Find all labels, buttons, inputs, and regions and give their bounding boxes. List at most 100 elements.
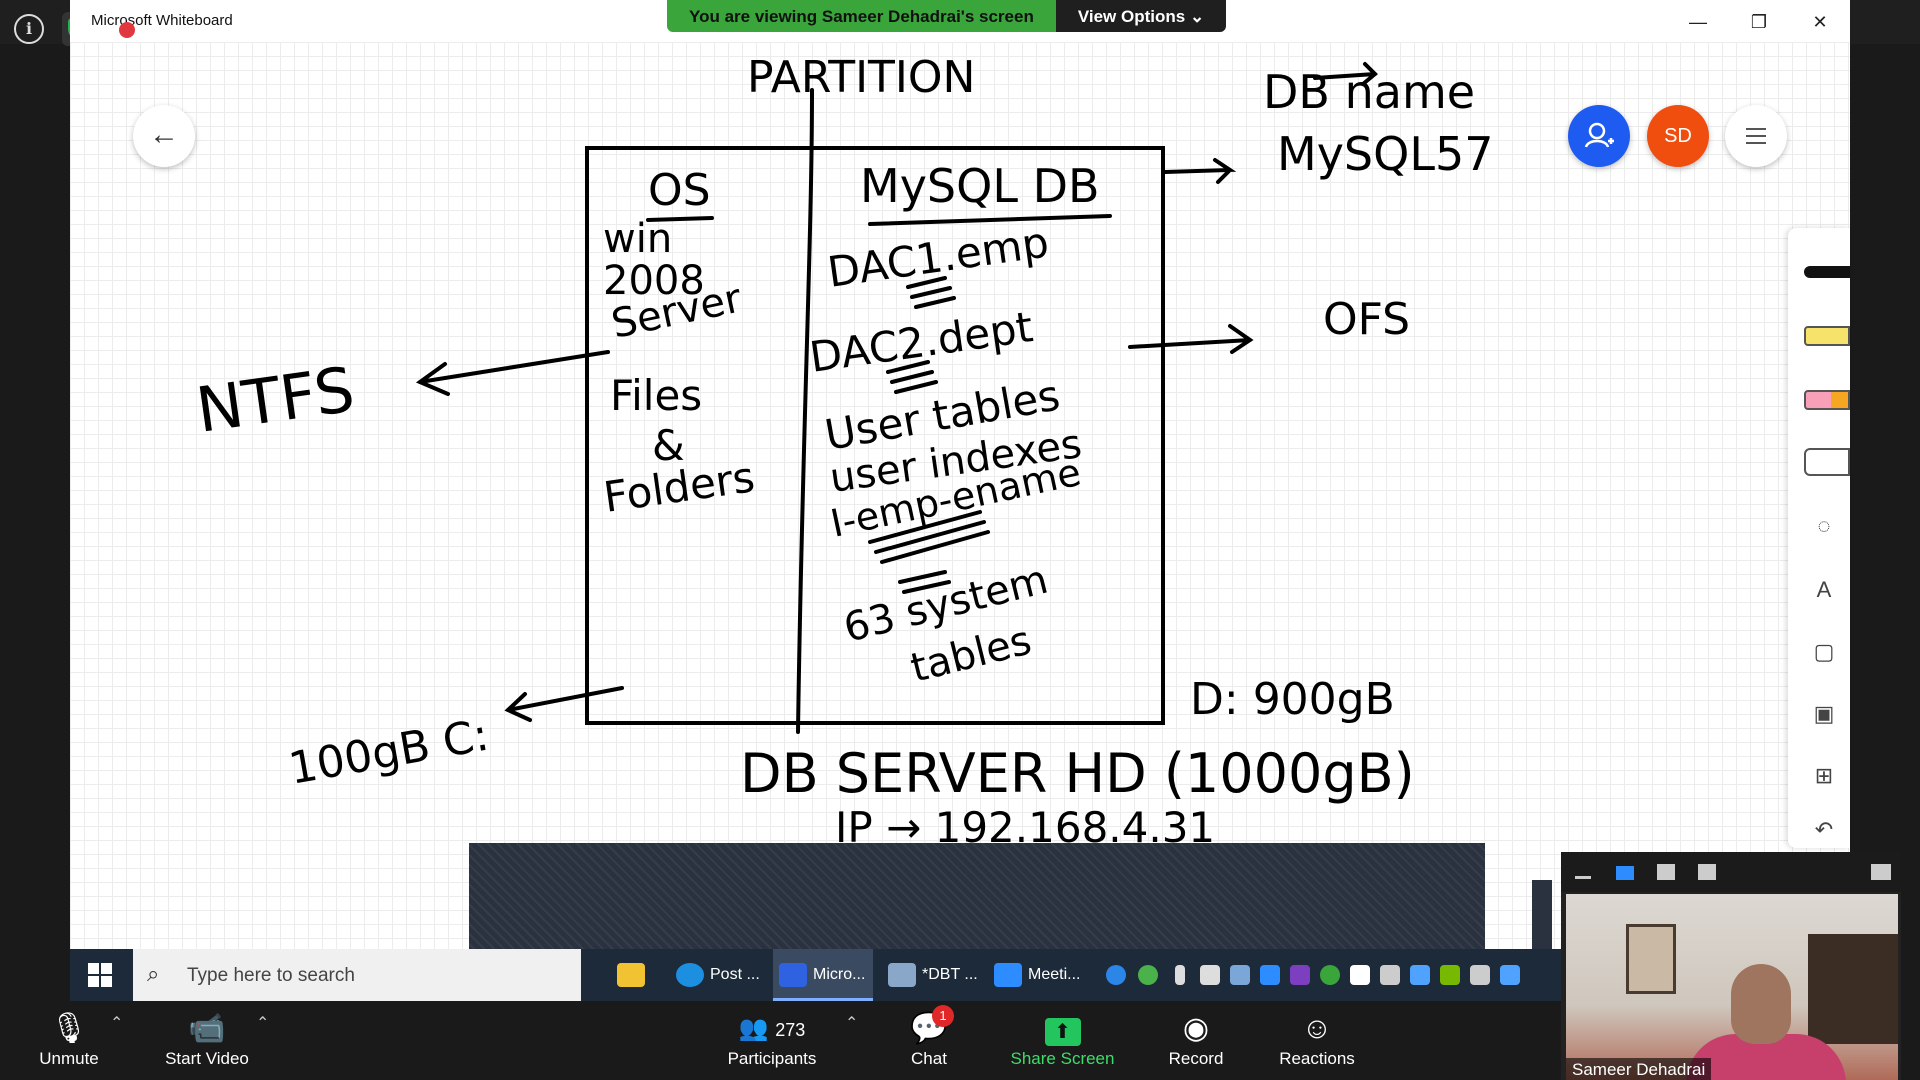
nvidia-tray-icon[interactable] (1440, 965, 1460, 985)
record-button[interactable]: ◉ Record (1160, 1001, 1232, 1080)
windows-start-icon[interactable] (88, 963, 112, 987)
text-tool[interactable]: A (1798, 568, 1850, 612)
label-partition: PARTITION (747, 52, 975, 103)
taskbar-search-box[interactable]: ⌕ Type here to search (133, 949, 581, 1001)
storage-tray-icon[interactable] (1470, 965, 1490, 985)
participants-icon: 👥 273 (738, 1015, 806, 1042)
eraser-icon (1804, 390, 1850, 410)
check-tray-icon[interactable] (1138, 965, 1158, 985)
label-mysql-db: MySQL DB (860, 159, 1100, 213)
zoom-tray-icon[interactable] (1260, 965, 1280, 985)
share-screen-button[interactable]: ⬆ Share Screen (1000, 1001, 1125, 1080)
taskbar-app-edge[interactable]: Post ... (670, 949, 762, 1001)
speaker-view-icon[interactable] (1616, 866, 1634, 880)
menu-button[interactable] (1725, 105, 1787, 167)
highlighter-tool[interactable] (1798, 314, 1850, 358)
taskbar-app-dbt[interactable]: *DBT ... (882, 949, 982, 1001)
label-dac1-emp: DAC1.emp (825, 217, 1052, 296)
inking-toolbar: ◌ A ▢ ▣ ⊞ ↶ (1788, 228, 1850, 848)
mysql-underline (868, 214, 1112, 226)
c-drive-arrow (504, 686, 624, 722)
notepad-icon (888, 963, 916, 987)
taskbar-app-whiteboard[interactable]: Micro... (773, 949, 873, 1001)
note-tool[interactable]: ▢ (1798, 630, 1850, 674)
info-icon[interactable]: i (14, 14, 44, 44)
search-placeholder: Type here to search (187, 965, 355, 986)
user-avatar[interactable]: SD (1647, 105, 1709, 167)
image-tool[interactable]: ▣ (1798, 692, 1850, 736)
share-screen-icon: ⬆ (1000, 1011, 1125, 1047)
label-c-drive: 100gB C: (285, 710, 492, 795)
invite-button[interactable] (1568, 105, 1630, 167)
lasso-tool[interactable]: ◌ (1798, 504, 1850, 548)
unmute-button[interactable]: 🎙 Unmute (24, 1001, 114, 1080)
label-db-server-hd: DB SERVER HD (1000gB) (740, 742, 1415, 805)
camera-feed (1566, 894, 1898, 1080)
window-title: Microsoft Whiteboard (91, 12, 233, 29)
eraser-tool[interactable] (1798, 378, 1850, 422)
pen-tool[interactable] (1798, 250, 1850, 294)
participants-button[interactable]: 👥 273 Participants (712, 1001, 832, 1080)
unmute-label: Unmute (39, 1049, 99, 1068)
security-tray-icon[interactable] (1350, 965, 1370, 985)
participant-video-tile[interactable]: Sameer Dehadrai (1561, 852, 1901, 1080)
windows-taskbar: ⌕ Type here to search Post ... Micro... … (70, 949, 1562, 1001)
wall-picture (1626, 924, 1676, 994)
label-d-drive: D: 900gB (1190, 674, 1395, 725)
whiteboard-icon (779, 963, 807, 987)
gallery-view-icon[interactable] (1698, 864, 1716, 880)
snowflake-tray-icon[interactable] (1410, 965, 1430, 985)
background-shelf (1808, 934, 1898, 1044)
pen-tray-icon[interactable] (1500, 965, 1520, 985)
undo-tool[interactable]: ↶ (1798, 808, 1850, 852)
app-label: *DBT ... (922, 966, 978, 983)
chat-button[interactable]: 💬 1 Chat (898, 1001, 960, 1080)
share-screen-label: Share Screen (1010, 1049, 1115, 1068)
text-icon: A (1816, 577, 1832, 602)
file-explorer-button[interactable] (611, 949, 655, 1001)
back-arrow-button[interactable]: ← (133, 105, 195, 167)
start-video-label: Start Video (165, 1049, 249, 1068)
label-ofs: OFS (1323, 294, 1410, 345)
microphone-tray-icon[interactable] (1175, 965, 1185, 985)
image-icon: ▣ (1813, 701, 1835, 726)
exit-fullscreen-icon[interactable] (1871, 864, 1891, 880)
participant-count: 273 (775, 1020, 806, 1040)
onenote-tray-icon[interactable] (1290, 965, 1310, 985)
reactions-icon: ☺ (1301, 1012, 1333, 1045)
reactions-button[interactable]: ☺ Reactions (1270, 1001, 1364, 1080)
video-options-caret[interactable]: ⌃ (256, 1013, 269, 1033)
globe-tray-icon[interactable] (1320, 965, 1340, 985)
wifi-tray-icon[interactable] (1380, 965, 1400, 985)
participants-options-caret[interactable]: ⌃ (845, 1013, 858, 1033)
strip-view-icon[interactable] (1657, 864, 1675, 880)
minimize-button[interactable]: — (1675, 8, 1721, 36)
dark-overlay-panel (469, 843, 1485, 955)
edge-icon (676, 963, 704, 987)
minimize-video-icon[interactable] (1575, 876, 1591, 879)
whiteboard-canvas[interactable]: PARTITION DB name MySQL57 OS MySQL DB wi… (70, 42, 1850, 955)
participants-label: Participants (727, 1049, 817, 1068)
db-name-arrow (1163, 158, 1237, 184)
start-video-button[interactable]: 📹 Start Video (155, 1001, 259, 1080)
insert-tool[interactable]: ⊞ (1798, 754, 1850, 798)
participant-name-label: Sameer Dehadrai (1566, 1058, 1712, 1080)
ruler-tool[interactable] (1798, 440, 1850, 484)
taskbar-app-zoom[interactable]: Meeti... (988, 949, 1088, 1001)
battery-tray-icon[interactable] (1200, 965, 1220, 985)
label-dac2-dept: DAC2.dept (807, 302, 1036, 382)
record-label: Record (1168, 1049, 1224, 1068)
audio-options-caret[interactable]: ⌃ (110, 1013, 123, 1033)
view-options-button[interactable]: View Options ⌄ (1055, 0, 1227, 32)
person-head (1731, 964, 1791, 1044)
plus-icon: ⊞ (1814, 763, 1834, 788)
ink-layer: PARTITION DB name MySQL57 OS MySQL DB wi… (192, 52, 1494, 852)
label-mysql57: MySQL57 (1277, 127, 1493, 181)
zoom-icon (994, 963, 1022, 987)
chat-unread-badge: 1 (932, 1005, 954, 1027)
help-tray-icon[interactable] (1106, 965, 1126, 985)
restore-button[interactable]: ❐ (1736, 8, 1782, 36)
viewing-screen-message: You are viewing Sameer Dehadrai's screen (667, 0, 1056, 32)
steam-tray-icon[interactable] (1230, 965, 1250, 985)
close-button[interactable]: ✕ (1797, 8, 1843, 36)
